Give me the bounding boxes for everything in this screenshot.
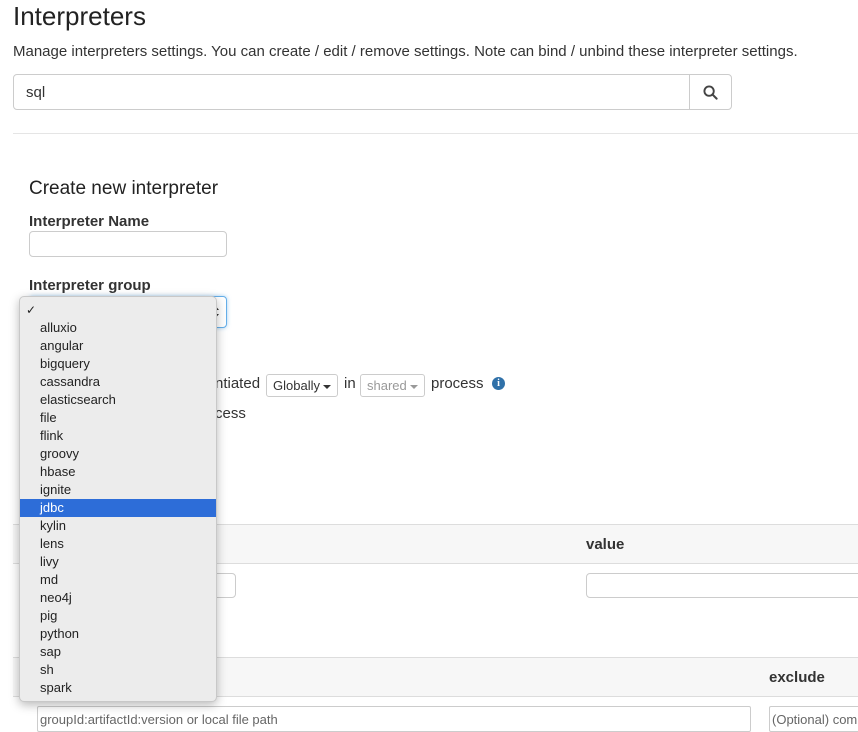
process-option-text: cess [215, 405, 246, 422]
search-button[interactable] [689, 74, 732, 110]
group-option-label: sap [40, 644, 61, 659]
in-text: in [344, 375, 356, 392]
group-option-label: python [40, 626, 80, 641]
group-option[interactable]: neo4j [20, 589, 216, 607]
process-mode-dropdown[interactable]: shared [360, 374, 425, 397]
group-option-label: hbase [40, 464, 76, 479]
interpreter-group-dropdown[interactable]: ✓ alluxio angular bigquery cassandra elastics… [19, 296, 217, 702]
group-option[interactable]: kylin [20, 517, 216, 535]
group-option-label: neo4j [40, 590, 72, 605]
page-description: Manage interpreters settings. You can cr… [13, 43, 798, 60]
info-icon[interactable]: i [492, 377, 505, 390]
group-option[interactable]: groovy [20, 445, 216, 463]
group-option[interactable]: bigquery [20, 355, 216, 373]
group-option-label: pig [40, 608, 58, 623]
caret-down-icon [409, 384, 418, 389]
group-option-label: groovy [40, 446, 80, 461]
process-text: process [431, 375, 484, 392]
group-option-label: flink [40, 428, 64, 443]
group-option[interactable]: python [20, 625, 216, 643]
group-option-label: kylin [40, 518, 67, 533]
group-option[interactable]: alluxio [20, 319, 216, 337]
instantiated-text: ntiated [215, 375, 261, 392]
group-option[interactable]: ignite [20, 481, 216, 499]
group-option-label: ignite [40, 482, 72, 497]
search-bar [13, 74, 732, 110]
group-option[interactable]: livy [20, 553, 216, 571]
group-option[interactable]: sh [20, 661, 216, 679]
group-option-label: spark [40, 680, 72, 695]
group-option[interactable]: md [20, 571, 216, 589]
group-option[interactable]: jdbc [20, 499, 216, 517]
property-value-input[interactable] [586, 573, 858, 598]
group-option[interactable]: hbase [20, 463, 216, 481]
instantiation-mode-dropdown[interactable]: Globally [266, 374, 338, 397]
group-option[interactable]: sap [20, 643, 216, 661]
interpreter-group-label: Interpreter group [29, 277, 151, 294]
group-option[interactable]: lens [20, 535, 216, 553]
group-option[interactable]: flink [20, 427, 216, 445]
group-option-label: cassandra [40, 374, 100, 389]
group-option-label: md [40, 572, 59, 587]
search-icon [703, 84, 718, 100]
group-option-label: bigquery [40, 356, 90, 371]
interpreter-name-label: Interpreter Name [29, 213, 150, 230]
group-option[interactable]: angular [20, 337, 216, 355]
exclude-input[interactable] [769, 706, 858, 732]
group-option[interactable]: spark [20, 679, 216, 697]
checkmark-icon: ✓ [26, 303, 37, 317]
exclude-column-header: exclude [769, 669, 825, 686]
group-option-label: lens [40, 536, 64, 551]
page-title: Interpreters [13, 1, 146, 31]
caret-down-icon [322, 384, 331, 389]
interpreter-name-input[interactable] [29, 231, 227, 257]
group-option-label: jdbc [40, 500, 64, 515]
create-interpreter-title: Create new interpreter [29, 178, 219, 199]
group-option-label: elasticsearch [40, 392, 116, 407]
group-option-label: angular [40, 338, 84, 353]
group-option-label: alluxio [40, 320, 77, 335]
group-option[interactable]: cassandra [20, 373, 216, 391]
divider [13, 133, 858, 134]
group-option-label: sh [40, 662, 54, 677]
process-mode-value: shared [367, 378, 407, 393]
group-option[interactable]: ✓ [20, 301, 216, 319]
instantiation-mode-value: Globally [273, 378, 320, 393]
group-option-label: livy [40, 554, 59, 569]
value-column-header: value [586, 536, 625, 553]
artifact-input[interactable] [37, 706, 751, 732]
group-option[interactable]: pig [20, 607, 216, 625]
group-option-label: file [40, 410, 57, 425]
group-option[interactable]: file [20, 409, 216, 427]
search-input[interactable] [13, 74, 690, 110]
group-option[interactable]: elasticsearch [20, 391, 216, 409]
